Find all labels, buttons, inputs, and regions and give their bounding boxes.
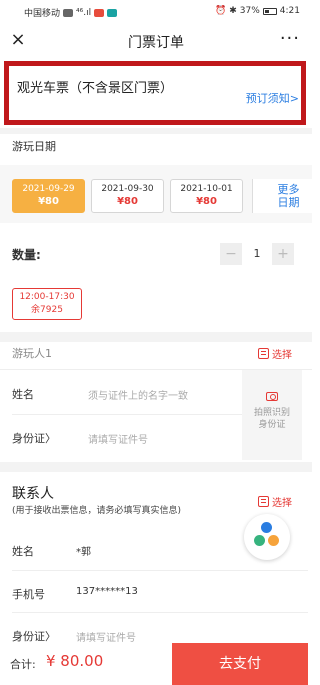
contact-select-label: 选择 [272, 498, 292, 509]
contact-card-icon [258, 348, 269, 359]
section-divider [0, 462, 312, 472]
quantity-stepper: − 1 + [220, 243, 294, 265]
divider [12, 570, 308, 571]
more-dates-line2: 日期 [277, 196, 300, 209]
quantity-label: 数量: [12, 248, 41, 262]
family-member-dot [268, 535, 279, 546]
divider [12, 612, 308, 613]
contact-id-label[interactable]: 身份证〉 [12, 628, 56, 644]
date-chip[interactable]: 2021-10-01 ¥80 [170, 179, 243, 213]
date-chip-price: ¥80 [117, 196, 138, 207]
family-member-dot [261, 522, 272, 533]
visitor-name-label: 姓名 [12, 388, 34, 401]
carrier-label: 中国移动 [24, 9, 61, 19]
status-left: 中国移动 ⁴⁶.ıl [24, 6, 118, 19]
battery-icon [262, 7, 277, 15]
contact-name-input[interactable]: *郭 [76, 543, 91, 558]
date-chip-date: 2021-10-01 [180, 184, 233, 194]
date-chip-price: ¥80 [38, 196, 59, 207]
contact-id-input[interactable]: 请填写证件号 [76, 629, 136, 644]
date-chip-price: ¥80 [196, 196, 217, 207]
camera-icon [266, 392, 278, 401]
date-selector: 2021-09-29 ¥80 2021-09-30 ¥80 2021-10-01… [0, 165, 312, 223]
time-slot-option[interactable]: 12:00-17:30 余7925 [12, 288, 82, 320]
contact-name-label: 姓名 [12, 545, 34, 558]
page-title: 门票订单 [128, 35, 184, 51]
section-divider [0, 128, 312, 134]
date-chip[interactable]: 2021-09-30 ¥80 [91, 179, 164, 213]
more-dates-line1: 更多 [277, 183, 300, 196]
date-chip[interactable]: 2021-09-29 ¥80 [12, 179, 85, 213]
bluetooth-icon: ✱ [229, 6, 237, 16]
family-icon[interactable] [244, 514, 290, 560]
contact-note: (用于接收出票信息，请务必填写真实信息) [12, 506, 182, 516]
time-slot-remaining: 余7925 [31, 305, 63, 315]
ticket-name: 观光车票（不含景区门票） [17, 81, 174, 96]
contact-title: 联系人 [12, 486, 54, 502]
more-dates-button[interactable]: 更多 日期 [252, 179, 312, 213]
checkout-bar: 合计: ¥ 80.00 去支付 [0, 643, 312, 685]
ticket-card: 观光车票（不含景区门票） 预订须知> [4, 61, 306, 125]
status-right: ⏰ ✱ 37% 4:21 [215, 6, 300, 16]
status-bar: 中国移动 ⁴⁶.ıl ⏰ ✱ 37% 4:21 [0, 0, 312, 24]
date-chip-date: 2021-09-29 [22, 184, 75, 194]
pay-button[interactable]: 去支付 [172, 643, 308, 685]
visitor-select-button[interactable]: 选择 [258, 346, 292, 361]
signal-icon: ⁴⁶.ıl [76, 7, 92, 18]
scan-label-line2: 身份证 [258, 420, 286, 430]
date-chip-date: 2021-09-30 [101, 184, 154, 194]
scan-id-button[interactable]: 拍照识别 身份证 [242, 370, 302, 460]
visitor-select-label: 选择 [272, 350, 292, 361]
clock: 4:21 [279, 6, 300, 16]
decrease-button[interactable]: − [220, 243, 242, 265]
visitor-name-input[interactable]: 须与证件上的名字一致 [88, 387, 188, 402]
increase-button[interactable]: + [272, 243, 294, 265]
alarm-icon: ⏰ [215, 6, 227, 16]
booking-notice-link[interactable]: 预订须知> [246, 90, 299, 106]
contact-phone-label: 手机号 [12, 588, 45, 601]
quantity-value[interactable]: 1 [242, 243, 272, 265]
contact-phone-input[interactable]: 137******13 [76, 586, 138, 597]
visitor-id-input[interactable]: 请填写证件号 [88, 431, 148, 446]
battery-percent: 37% [239, 6, 260, 16]
contact-select-button[interactable]: 选择 [258, 494, 292, 509]
family-member-dot [254, 535, 265, 546]
contact-card-icon [258, 496, 269, 507]
divider [12, 414, 242, 415]
visitor-id-label[interactable]: 身份证〉 [12, 430, 56, 446]
travel-date-label: 游玩日期 [12, 140, 56, 153]
visitor-label: 游玩人1 [12, 347, 52, 360]
time-slot-time: 12:00-17:30 [19, 292, 75, 302]
title-bar: × 门票订单 ··· [0, 24, 312, 58]
hd-icon [63, 8, 74, 17]
more-icon[interactable]: ··· [280, 30, 300, 48]
scan-label-line1: 拍照识别 [253, 408, 290, 418]
total-amount: ¥ 80.00 [46, 652, 104, 670]
app-icon [107, 8, 118, 17]
notification-icon [94, 8, 105, 17]
section-divider [0, 332, 312, 342]
total-label: 合计: [10, 658, 36, 671]
